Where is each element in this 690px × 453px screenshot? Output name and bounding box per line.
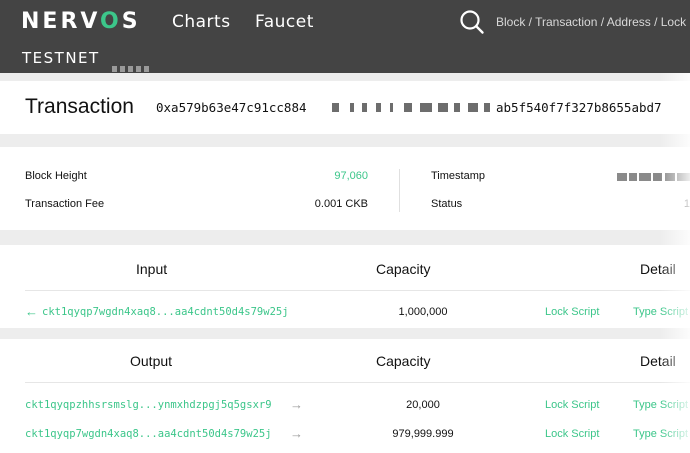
input-capacity-header: Capacity [376, 261, 431, 277]
transaction-hash-redacted [320, 101, 490, 114]
nav-faucet-link[interactable]: Faucet [255, 12, 314, 32]
nervos-logo[interactable]: NERVOS [21, 9, 141, 34]
output-type-script-link[interactable]: Type Script [633, 428, 688, 440]
timestamp-label: Timestamp [431, 170, 485, 182]
status-label: Status [431, 198, 463, 210]
output-detail-header: Detail [640, 353, 676, 369]
network-label[interactable]: TESTNET [22, 49, 100, 67]
input-capacity-value: 1,000,000 [398, 306, 448, 318]
output-lock-script-link[interactable]: Lock Script [545, 399, 599, 411]
output-capacity-value: 979,999.999 [392, 428, 454, 440]
transaction-fee-label: Transaction Fee [25, 198, 105, 210]
output-capacity-value: 20,000 [406, 399, 440, 411]
transaction-hash-end: ab5f540f7f327b8655abd7 [496, 100, 662, 115]
transaction-fee-value: 0.001 CKB [314, 198, 368, 210]
input-column-header: Input [136, 261, 168, 277]
input-detail-header: Detail [640, 261, 676, 277]
search-input[interactable] [496, 12, 690, 32]
arrow-right-icon[interactable]: → [290, 426, 303, 441]
status-value: 1 [683, 198, 690, 210]
output-address-link[interactable]: ckt1qyqp7wgdn4xaq8...aa4cdnt50d4s79w25j [25, 428, 272, 440]
output-address-link[interactable]: ckt1qyqpzhhsrsmslg...ynmxhdzpgj5q5gsxr9 [25, 399, 272, 411]
input-lock-script-link[interactable]: Lock Script [545, 306, 599, 318]
block-height-label: Block Height [25, 170, 87, 182]
search-icon[interactable] [459, 9, 485, 35]
logo-text-accent: O [100, 9, 122, 34]
output-lock-script-link[interactable]: Lock Script [545, 428, 599, 440]
timestamp-redacted-value [617, 173, 690, 182]
output-capacity-header: Capacity [376, 353, 431, 369]
output-header-divider [25, 382, 690, 383]
transaction-overview-card: Block Height 97,060 Transaction Fee 0.00… [0, 147, 690, 230]
input-address-link[interactable]: ckt1qyqp7wgdn4xaq8...aa4cdnt50d4s79w25j [42, 306, 289, 318]
logo-text-end: S [121, 9, 141, 34]
overview-divider [399, 169, 400, 212]
input-type-script-link[interactable]: Type Script [633, 306, 688, 318]
inputs-card: Input Capacity Detail ← ckt1qyqp7wgdn4xa… [0, 245, 690, 328]
transaction-title-card: Transaction 0xa579b63e47c91cc884 ab5f540… [0, 81, 690, 134]
output-column-header: Output [130, 353, 173, 369]
arrow-right-icon[interactable]: → [290, 397, 303, 412]
network-redacted-text [112, 59, 156, 72]
transaction-hash-start: 0xa579b63e47c91cc884 [156, 100, 307, 115]
input-header-divider [25, 290, 690, 291]
outputs-card: Output Capacity Detail ckt1qyqpzhhsrsmsl… [0, 339, 690, 453]
top-nav-bar: NERVOS Charts Faucet TESTNET [0, 0, 690, 73]
logo-text-start: NERV [21, 9, 101, 34]
arrow-left-icon[interactable]: ← [25, 304, 38, 319]
block-height-link[interactable]: 97,060 [268, 170, 368, 182]
nav-charts-link[interactable]: Charts [172, 12, 231, 32]
output-type-script-link[interactable]: Type Script [633, 399, 688, 411]
page-title: Transaction [25, 95, 134, 118]
